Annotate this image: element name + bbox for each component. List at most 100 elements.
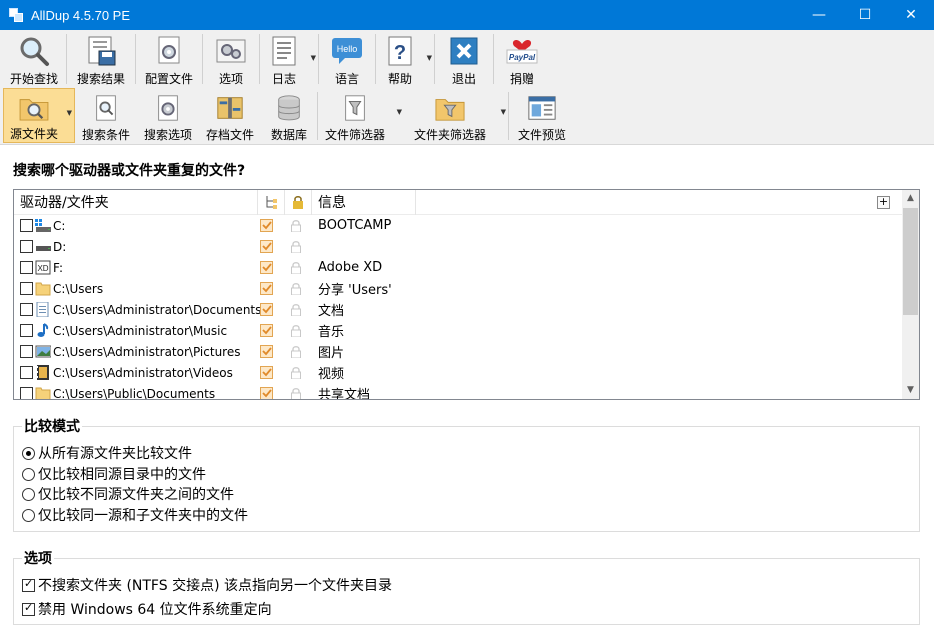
hello-bubble-icon: Hello	[332, 38, 362, 64]
include-subfolders-checkbox[interactable]	[260, 366, 274, 379]
minimize-button[interactable]: —	[796, 0, 842, 30]
column-header-info[interactable]: 信息	[312, 190, 416, 215]
radio-button[interactable]	[22, 446, 35, 460]
scroll-down-icon[interactable]: ▼	[902, 382, 919, 399]
folder-filter-button[interactable]: 文件夹筛选器 ▼	[404, 88, 508, 143]
include-subfolders-checkbox[interactable]	[260, 261, 274, 274]
list-item[interactable]: C:\Users\Administrator\Documents 文档	[14, 299, 919, 320]
row-info: 共享文档	[318, 388, 371, 400]
options-button[interactable]: 选项	[203, 30, 259, 88]
list-item[interactable]: C:\Users\Administrator\Pictures 图片	[14, 341, 919, 362]
search-options-button[interactable]: 搜索选项	[137, 88, 199, 143]
checkbox[interactable]	[22, 601, 35, 616]
protect-lock-icon[interactable]	[290, 282, 302, 296]
row-checkbox[interactable]	[20, 387, 33, 399]
include-subfolders-checkbox[interactable]	[260, 219, 274, 232]
search-criteria-button[interactable]: 搜索条件	[75, 88, 137, 143]
column-header-name[interactable]: 驱动器/文件夹	[14, 190, 258, 215]
radio-button[interactable]	[22, 467, 35, 481]
search-results-button[interactable]: 搜索结果	[67, 30, 135, 88]
row-info: BOOTCAMP	[318, 218, 392, 233]
list-item[interactable]: C:\Users 分享 'Users'	[14, 278, 919, 299]
app-logo-icon	[9, 8, 23, 22]
row-checkbox[interactable]	[20, 261, 33, 274]
drive-folder-list[interactable]: 驱动器/文件夹 信息 + C: BOOTCAMP D: XD F: Adobe XD C:\…	[13, 189, 920, 400]
compare-option-different-sources[interactable]: 仅比较不同源文件夹之间的文件	[22, 484, 234, 504]
svg-text:Hello: Hello	[337, 44, 358, 54]
list-item[interactable]: C:\Users\Administrator\Videos 视频	[14, 362, 919, 383]
help-button[interactable]: ? 帮助 ▼	[376, 30, 434, 88]
row-checkbox[interactable]	[20, 366, 33, 379]
profile-gear-icon	[158, 36, 180, 64]
column-header-lock[interactable]	[285, 190, 312, 215]
music-note-icon	[35, 323, 51, 338]
row-path: C:\Users\Administrator\Pictures	[53, 344, 241, 359]
folder-filter-icon	[435, 99, 465, 121]
row-checkbox[interactable]	[20, 345, 33, 358]
scroll-up-icon[interactable]: ▲	[902, 190, 919, 207]
exit-button[interactable]: 退出	[435, 30, 493, 88]
list-item[interactable]: D:	[14, 236, 919, 257]
compare-option-same-and-sub[interactable]: 仅比较同一源和子文件夹中的文件	[22, 505, 248, 525]
protect-lock-icon[interactable]	[290, 303, 302, 317]
magnifier-icon	[20, 37, 49, 66]
dropdown-arrow-icon[interactable]: ▼	[427, 54, 432, 62]
row-info: 分享 'Users'	[318, 283, 392, 298]
include-subfolders-checkbox[interactable]	[260, 387, 274, 399]
add-column-button[interactable]: +	[877, 196, 890, 209]
checkbox[interactable]	[22, 577, 35, 592]
start-search-button[interactable]: 开始查找	[2, 30, 66, 88]
close-button[interactable]: ✕	[888, 0, 934, 30]
row-info: Adobe XD	[318, 260, 383, 275]
file-filter-button[interactable]: 文件筛选器 ▼	[318, 88, 404, 143]
protect-lock-icon[interactable]	[290, 219, 302, 233]
row-checkbox[interactable]	[20, 303, 33, 316]
option-disable-fs-redirection[interactable]: 禁用 Windows 64 位文件系统重定向	[22, 599, 272, 619]
option-skip-junction-points[interactable]: 不搜索文件夹 (NTFS 交接点) 该点指向另一个文件夹目录	[22, 575, 392, 595]
radio-button[interactable]	[22, 487, 35, 501]
list-item[interactable]: C:\Users\Administrator\Music 音乐	[14, 320, 919, 341]
database-button[interactable]: 数据库	[261, 88, 317, 143]
row-checkbox[interactable]	[20, 282, 33, 295]
scroll-thumb[interactable]	[903, 208, 918, 315]
source-folders-button[interactable]: 源文件夹 ▼	[3, 88, 75, 143]
protect-lock-icon[interactable]	[290, 261, 302, 275]
radio-button[interactable]	[22, 508, 35, 522]
column-header-subfolders[interactable]	[258, 190, 285, 215]
compare-option-all[interactable]: 从所有源文件夹比较文件	[22, 443, 192, 463]
windows-drive-icon	[35, 218, 51, 233]
archive-files-button[interactable]: 存档文件	[199, 88, 261, 143]
donate-button[interactable]: PayPal 捐赠	[494, 30, 550, 88]
dropdown-arrow-icon[interactable]: ▼	[501, 108, 506, 116]
profiles-button[interactable]: 配置文件	[136, 30, 202, 88]
protect-lock-icon[interactable]	[290, 387, 302, 399]
row-checkbox[interactable]	[20, 240, 33, 253]
include-subfolders-checkbox[interactable]	[260, 345, 274, 358]
include-subfolders-checkbox[interactable]	[260, 282, 274, 295]
maximize-button[interactable]: ☐	[842, 0, 888, 30]
file-preview-button[interactable]: 文件预览	[509, 88, 575, 143]
list-item[interactable]: C:\Users\Public\Documents 共享文档	[14, 383, 919, 400]
dropdown-arrow-icon[interactable]: ▼	[397, 108, 402, 116]
row-checkbox[interactable]	[20, 324, 33, 337]
row-checkbox[interactable]	[20, 219, 33, 232]
include-subfolders-checkbox[interactable]	[260, 240, 274, 253]
options-group: 选项 不搜索文件夹 (NTFS 交接点) 该点指向另一个文件夹目录 禁用 Win…	[13, 548, 920, 625]
include-subfolders-checkbox[interactable]	[260, 324, 274, 337]
svg-text:PayPal: PayPal	[509, 53, 536, 62]
protect-lock-icon[interactable]	[290, 366, 302, 380]
options-gear-icon	[216, 39, 246, 63]
compare-option-same-source[interactable]: 仅比较相同源目录中的文件	[22, 464, 206, 484]
language-button[interactable]: Hello 语言	[319, 30, 375, 88]
protect-lock-icon[interactable]	[290, 345, 302, 359]
vertical-scrollbar[interactable]: ▲ ▼	[902, 190, 919, 399]
list-item[interactable]: C: BOOTCAMP	[14, 215, 919, 236]
include-subfolders-checkbox[interactable]	[260, 303, 274, 316]
protect-lock-icon[interactable]	[290, 324, 302, 338]
log-button[interactable]: 日志 ▼	[260, 30, 318, 88]
dropdown-arrow-icon[interactable]: ▼	[67, 109, 72, 117]
row-path: D:	[53, 239, 67, 254]
protect-lock-icon[interactable]	[290, 240, 302, 254]
list-item[interactable]: XD F: Adobe XD	[14, 257, 919, 278]
dropdown-arrow-icon[interactable]: ▼	[311, 54, 316, 62]
